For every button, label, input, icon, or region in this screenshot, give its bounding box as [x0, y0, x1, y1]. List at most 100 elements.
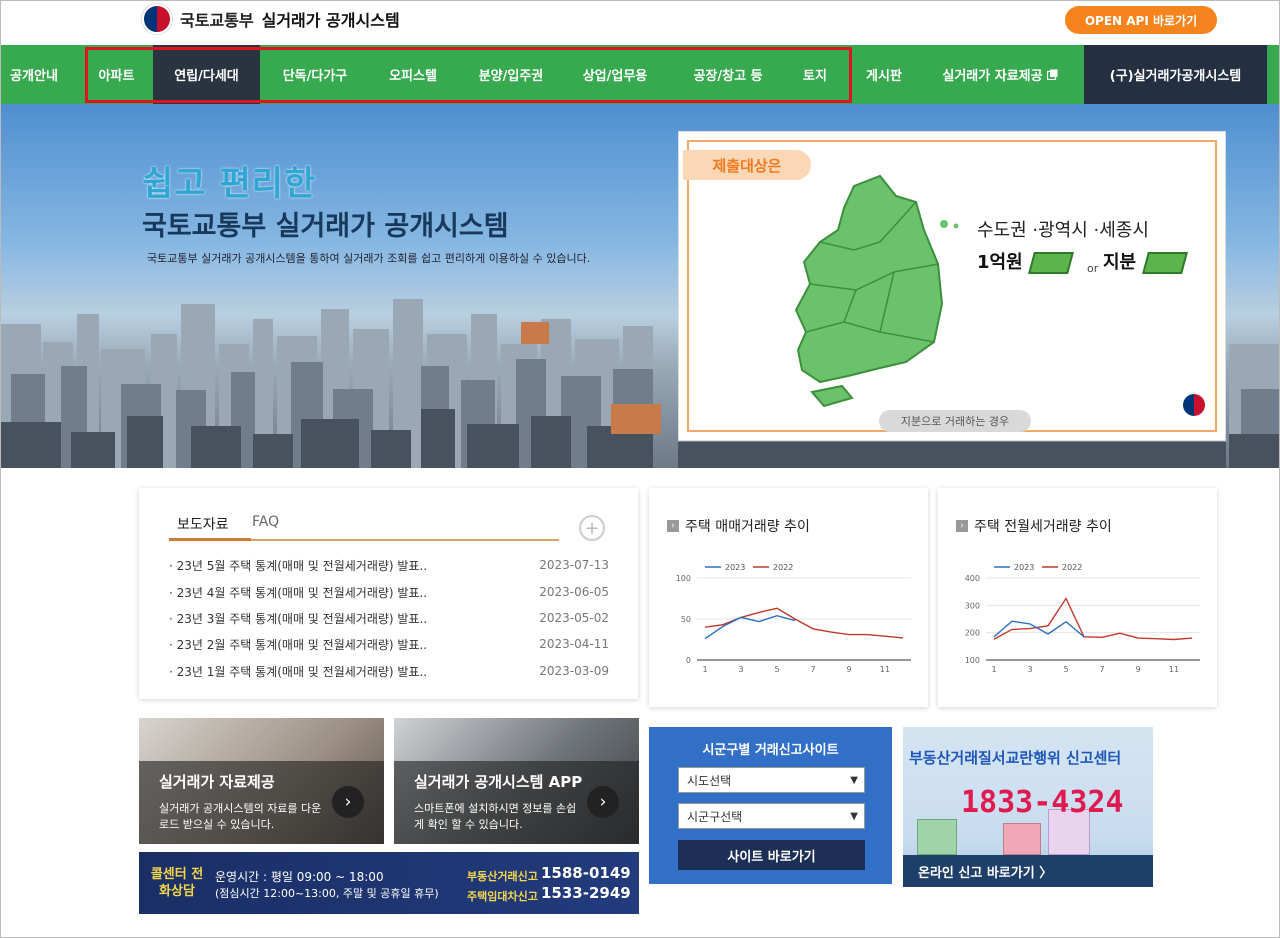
chart-heading: › 주택 매매거래량 추이	[667, 516, 810, 536]
header: 국토교통부 실거래가 공개시스템 OPEN API 바로가기	[1, 1, 1279, 45]
nav-label: 공장/창고 등	[693, 69, 763, 84]
legend-label: 2022	[1062, 563, 1082, 572]
promo-amount-text: 1억원	[977, 252, 1023, 273]
series-line-2022	[704, 607, 904, 639]
open-api-button[interactable]: OPEN API 바로가기	[1065, 6, 1217, 34]
tile-title: 실거래가 공개시스템 APP	[414, 773, 583, 791]
select-value: 시군구선택	[687, 809, 743, 824]
sales-volume-chart-card: › 주택 매매거래량 추이 2023 2022 0 50 100 1 3 5 7 9 11	[649, 488, 928, 707]
nav-item-land[interactable]: 토지	[791, 45, 839, 104]
news-title: · 23년 1월 주택 통계(매매 및 전월세거래량) 발표..	[169, 664, 428, 679]
nav-label: 공개안내	[10, 69, 58, 84]
chevron-down-icon: ▼	[850, 774, 858, 786]
promo-region-text: 수도권 ·광역시 ·세종시	[977, 220, 1149, 241]
nav-label: 단독/다가구	[282, 69, 348, 84]
house-illustration	[917, 819, 957, 855]
series-line-2022	[993, 597, 1193, 641]
call-center-banner: 콜센터 전화상담 운영시간 : 평일 09:00 ~ 18:00 (점심시간 1…	[139, 852, 639, 914]
government-emblem-icon	[1183, 394, 1205, 416]
y-tick-label: 100	[965, 656, 980, 665]
report-center-banner[interactable]: 부동산거래질서교란행위 신고센터 1833-4324 온라인 신고 바로가기 〉	[903, 727, 1153, 887]
site-logo[interactable]: 국토교통부 실거래가 공개시스템	[142, 3, 400, 35]
site-go-button[interactable]: 사이트 바로가기	[678, 840, 865, 870]
nav-item-townhouse[interactable]: 연립/다세대	[153, 45, 260, 104]
legend-label: 2022	[773, 563, 793, 572]
y-tick-label: 200	[965, 629, 980, 638]
series-line-2023	[993, 620, 1085, 638]
nav-item-guide[interactable]: 공개안내	[1, 45, 67, 104]
tab-faq[interactable]: FAQ	[252, 514, 279, 530]
legend-label: 2023	[725, 563, 745, 572]
district-select[interactable]: 시군구선택 ▼	[678, 803, 865, 829]
nav-item-commercial[interactable]: 상업/업무용	[567, 45, 663, 104]
news-date: 2023-05-02	[539, 611, 609, 625]
hero-description: 국토교통부 실거래가 공개시스템을 통하여 실거래가 조회를 쉽고 편리하게 이…	[147, 252, 591, 265]
system-name: 실거래가 공개시스템	[261, 11, 400, 30]
news-title: · 23년 5월 주택 통계(매매 및 전월세거래량) 발표..	[169, 558, 428, 573]
promo-share-text: 지분	[1103, 252, 1137, 273]
chevron-right-icon[interactable]: ›	[587, 786, 619, 818]
nav-item-detached[interactable]: 단독/다가구	[267, 45, 363, 104]
nav-item-data-provision[interactable]: 실거래가 자료제공	[926, 45, 1074, 104]
main-nav: 공개안내 아파트 연립/다세대 단독/다가구 오피스텔 분양/입주권 상업/업무…	[1, 45, 1279, 104]
hero-title-line2: 국토교통부 실거래가 공개시스템	[142, 211, 509, 242]
nav-item-old-system[interactable]: (구)실거래가공개시스템	[1084, 45, 1267, 104]
tile-title: 실거래가 자료제공	[159, 773, 275, 791]
tile-description: 실거래가 공개시스템의 자료를 다운로드 받으실 수 있습니다.	[159, 802, 322, 831]
nav-item-board[interactable]: 게시판	[854, 45, 914, 104]
nav-item-apartment[interactable]: 아파트	[88, 45, 145, 104]
y-tick-label: 300	[965, 601, 980, 610]
province-select[interactable]: 시도선택 ▼	[678, 767, 865, 793]
mobile-app-tile[interactable]: 실거래가 공개시스템 APP 스마트폰에 설치하시면 정보를 손쉽게 확인 할 …	[394, 718, 639, 844]
x-tick-label: 3	[1027, 665, 1032, 674]
chart-title: 주택 매매거래량 추이	[685, 519, 810, 535]
sales-volume-chart: 2023 2022 0 50 100 1 3 5 7 9 11	[676, 563, 911, 674]
news-item[interactable]: · 23년 3월 주택 통계(매매 및 전월세거래량) 발표.. 2023-05…	[169, 608, 609, 628]
news-item[interactable]: · 23년 1월 주택 통계(매매 및 전월세거래량) 발표.. 2023-03…	[169, 661, 609, 681]
promo-panel[interactable]: 제출대상은 수도권 ·광역시 ·세종시 1억원 or 지분 지분으로 거래하는 …	[678, 131, 1226, 441]
x-tick-label: 11	[1169, 665, 1179, 674]
news-item[interactable]: · 23년 2월 주택 통계(매매 및 전월세거래량) 발표.. 2023-04…	[169, 634, 609, 654]
chart-heading: › 주택 전월세거래량 추이	[956, 516, 1112, 536]
external-link-icon	[1046, 69, 1058, 80]
x-tick-label: 5	[774, 665, 779, 674]
site-box-title: 시군구별 거래신고사이트	[702, 743, 839, 758]
rent-volume-chart: 2023 2022 100 200 300 400 1 3 5 7 9 11	[965, 563, 1200, 674]
call-center-lunch: (점심시간 12:00~13:00, 주말 및 공휴일 휴무)	[215, 887, 439, 900]
legend-label: 2023	[1014, 563, 1034, 572]
korea-map-icon	[794, 174, 959, 408]
house-illustration	[1003, 823, 1041, 855]
online-report-link[interactable]: 온라인 신고 바로가기 〉	[903, 855, 1153, 887]
data-provision-tile[interactable]: 실거래가 자료제공 실거래가 공개시스템의 자료를 다운로드 받으실 수 있습니…	[139, 718, 384, 844]
hero-banner: 쉽고 편리한 국토교통부 실거래가 공개시스템 국토교통부 실거래가 공개시스템…	[1, 104, 1279, 468]
news-card: 보도자료 FAQ + · 23년 5월 주택 통계(매매 및 전월세거래량) 발…	[139, 488, 638, 699]
news-date: 2023-07-13	[539, 558, 609, 572]
chevron-right-icon[interactable]: ›	[332, 786, 364, 818]
nav-item-presale[interactable]: 분양/입주권	[463, 45, 559, 104]
select-value: 시도선택	[687, 773, 732, 788]
x-tick-label: 9	[846, 665, 851, 674]
news-title: · 23년 4월 주택 통계(매매 및 전월세거래량) 발표..	[169, 585, 428, 600]
news-item[interactable]: · 23년 5월 주택 통계(매매 및 전월세거래량) 발표.. 2023-07…	[169, 555, 609, 575]
ministry-name: 국토교통부	[180, 11, 254, 30]
plus-circle-icon[interactable]: +	[579, 515, 605, 541]
news-item[interactable]: · 23년 4월 주택 통계(매매 및 전월세거래량) 발표.. 2023-06…	[169, 582, 609, 602]
y-tick-label: 400	[965, 574, 980, 583]
nav-label: 실거래가 자료제공	[942, 69, 1043, 84]
nav-label: 아파트	[98, 69, 135, 84]
tile-description: 스마트폰에 설치하시면 정보를 손쉽게 확인 할 수 있습니다.	[414, 802, 577, 831]
x-tick-label: 5	[1063, 665, 1068, 674]
call-center-label: 콜센터 전화상담	[150, 867, 204, 899]
x-tick-label: 9	[1135, 665, 1140, 674]
chevron-right-icon: ›	[956, 520, 968, 532]
nav-label: 상업/업무용	[582, 69, 648, 84]
y-tick-label: 50	[681, 615, 691, 624]
report-center-title: 부동산거래질서교란행위 신고센터	[909, 749, 1122, 767]
nav-item-officetel[interactable]: 오피스텔	[371, 45, 455, 104]
news-date: 2023-04-11	[539, 637, 609, 651]
promo-caption: 지분으로 거래하는 경우	[879, 410, 1031, 432]
x-tick-label: 3	[738, 665, 743, 674]
nav-item-factory[interactable]: 공장/창고 등	[673, 45, 783, 104]
tab-press-release[interactable]: 보도자료	[177, 514, 229, 534]
x-tick-label: 7	[1099, 665, 1104, 674]
